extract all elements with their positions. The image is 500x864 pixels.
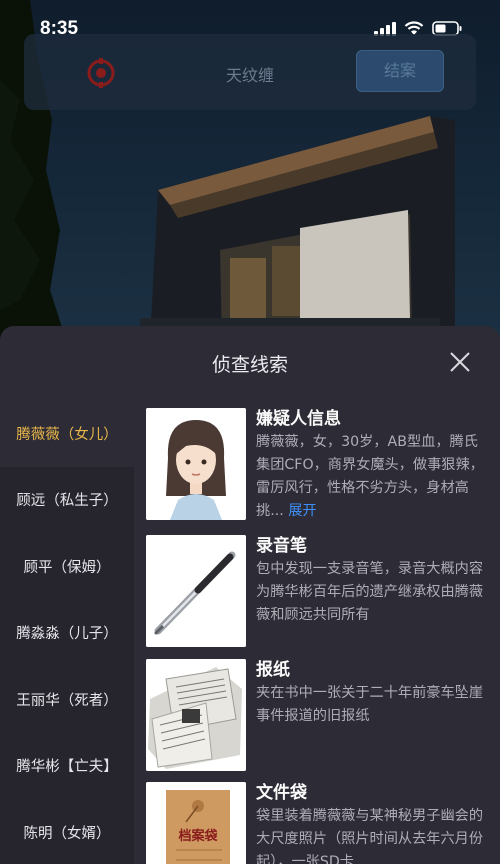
clue-description: 腾薇薇，女，30岁，AB型血，腾氏集团CFO，商界女魔头，做事狠辣，雷厉风行，性… bbox=[256, 431, 488, 523]
suspect-portrait-icon bbox=[146, 408, 246, 520]
close-case-button[interactable]: 结案 bbox=[356, 50, 444, 92]
clue-item[interactable]: 录音笔 包中发现一支录音笔，录音大概内容为腾华彬百年后的遗产继承权由腾薇薇和顾远… bbox=[146, 527, 492, 647]
sidebar-item-wang-lihua[interactable]: 王丽华（死者） bbox=[0, 666, 134, 733]
newspaper-icon bbox=[146, 659, 246, 771]
file-envelope-icon: 档案袋 bbox=[146, 782, 246, 864]
expand-link[interactable]: 展开 bbox=[288, 503, 316, 519]
clues-modal: 侦查线索 腾薇薇（女儿） 顾远（私生子） 顾平（保姆） 腾淼淼（儿子） 王丽华（… bbox=[0, 326, 500, 864]
clue-description: 包中发现一支录音笔，录音大概内容为腾华彬百年后的遗产继承权由腾薇薇和顾远共同所有 bbox=[256, 561, 484, 623]
clue-item[interactable]: 嫌疑人信息 腾薇薇，女，30岁，AB型血，腾氏集团CFO，商界女魔头，做事狠辣，… bbox=[146, 400, 492, 520]
envelope-label: 档案袋 bbox=[178, 828, 218, 844]
clue-list: 嫌疑人信息 腾薇薇，女，30岁，AB型血，腾氏集团CFO，商界女魔头，做事狠辣，… bbox=[134, 400, 500, 864]
clue-name: 报纸 bbox=[256, 660, 290, 680]
modal-title: 侦查线索 bbox=[211, 354, 288, 376]
sidebar-item-chen-ming[interactable]: 陈明（女婿） bbox=[0, 799, 134, 864]
top-bar: 天纹缠 结案 bbox=[24, 34, 476, 110]
clue-description: 夹在书中一张关于二十年前豪车坠崖事件报道的旧报纸 bbox=[256, 685, 484, 724]
close-icon[interactable] bbox=[448, 350, 472, 374]
voice-recorder-pen-icon bbox=[146, 535, 246, 647]
clue-description: 袋里装着腾薇薇与某神秘男子幽会的大尺度照片（照片时间从去年六月份起），一张SD卡 bbox=[256, 808, 484, 864]
sidebar-item-gu-ping[interactable]: 顾平（保姆） bbox=[0, 533, 134, 600]
sidebar-item-teng-miaomiao[interactable]: 腾淼淼（儿子） bbox=[0, 600, 134, 667]
sidebar-item-teng-weiwei[interactable]: 腾薇薇（女儿） bbox=[0, 400, 134, 467]
modal-header: 侦查线索 bbox=[0, 326, 500, 400]
clue-name: 嫌疑人信息 bbox=[256, 409, 341, 429]
suspect-sidebar: 腾薇薇（女儿） 顾远（私生子） 顾平（保姆） 腾淼淼（儿子） 王丽华（死者） 腾… bbox=[0, 400, 134, 864]
clue-item[interactable]: 报纸 夹在书中一张关于二十年前豪车坠崖事件报道的旧报纸 bbox=[146, 651, 492, 771]
clue-name: 录音笔 bbox=[256, 536, 307, 556]
clue-name: 文件袋 bbox=[256, 783, 307, 803]
sidebar-item-teng-huabin[interactable]: 腾华彬【亡夫】 bbox=[0, 733, 134, 800]
clue-item[interactable]: 档案袋 文件袋 袋里装着腾薇薇与某神秘男子幽会的大尺度照片（照片时间从去年六月份… bbox=[146, 774, 492, 864]
sidebar-item-gu-yuan[interactable]: 顾远（私生子） bbox=[0, 467, 134, 534]
